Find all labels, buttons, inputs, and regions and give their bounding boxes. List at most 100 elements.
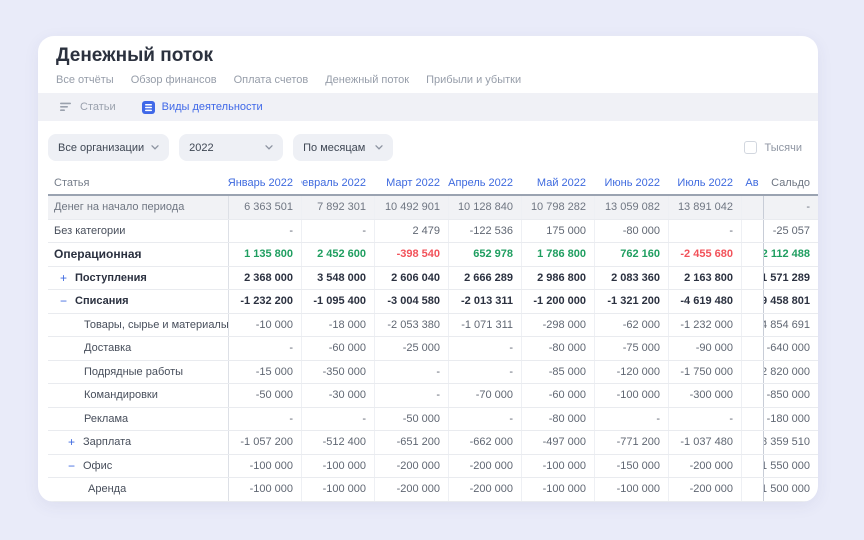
column-header-february[interactable]: Февраль 2022 bbox=[301, 172, 374, 194]
tab-cash-flow[interactable]: Денежный поток bbox=[325, 74, 409, 86]
row-label-text: Зарплата bbox=[83, 436, 131, 448]
cell-value: 652 978 bbox=[448, 243, 521, 266]
table-row: Без категории--2 479-122 536175 000-80 0… bbox=[48, 220, 818, 244]
cell-value: -120 000 bbox=[594, 361, 668, 384]
row-label: Без категории bbox=[48, 220, 228, 243]
page-title: Денежный поток bbox=[56, 45, 213, 67]
cell-value: -200 000 bbox=[448, 478, 521, 501]
cell-saldo: -180 000 bbox=[763, 408, 818, 431]
cell-value: -497 000 bbox=[521, 431, 594, 454]
cell-value: - bbox=[374, 361, 448, 384]
cell-value: -30 000 bbox=[301, 384, 374, 407]
table-row: Доставка--60 000-25 000--80 000-75 000-9… bbox=[48, 337, 818, 361]
row-label-text: Доставка bbox=[84, 342, 131, 354]
cell-value: -75 000 bbox=[594, 337, 668, 360]
cell-value: -50 000 bbox=[228, 384, 301, 407]
tab-bill-payments[interactable]: Оплата счетов bbox=[234, 74, 309, 86]
thousands-label: Тысячи bbox=[765, 142, 802, 154]
table-body: Денег на начало периода6 363 5017 892 30… bbox=[48, 196, 818, 502]
table-row: Денег на начало периода6 363 5017 892 30… bbox=[48, 196, 818, 220]
cell-value: - bbox=[301, 220, 374, 243]
tab-profit-loss[interactable]: Прибыли и убытки bbox=[426, 74, 521, 86]
cell-value: 2 083 360 bbox=[594, 267, 668, 290]
column-header-article: Статья bbox=[48, 172, 228, 194]
cell-saldo: - bbox=[763, 196, 818, 219]
row-label-text: Аренда bbox=[88, 483, 126, 495]
row-label: +Зарплата bbox=[48, 431, 228, 454]
cell-saldo: -19 458 801 bbox=[763, 290, 818, 313]
organization-filter-value: Все организации bbox=[58, 142, 144, 154]
cell-value: 13 891 042 bbox=[668, 196, 741, 219]
cell-value: 2 606 040 bbox=[374, 267, 448, 290]
row-label-text: Без категории bbox=[54, 225, 125, 237]
cell-value: -18 000 bbox=[301, 314, 374, 337]
collapse-icon[interactable]: − bbox=[68, 460, 83, 472]
row-label: −Офис bbox=[48, 455, 228, 478]
expand-icon[interactable]: + bbox=[68, 436, 83, 448]
cell-saldo: 21 571 289 bbox=[763, 267, 818, 290]
column-header-january[interactable]: Январь 2022 bbox=[228, 172, 301, 194]
cell-value: - bbox=[594, 408, 668, 431]
row-label-text: Списания bbox=[75, 295, 129, 307]
row-label-text: Товары, сырье и материалы bbox=[84, 319, 228, 331]
period-filter[interactable]: По месяцам bbox=[293, 134, 393, 161]
cell-value: -70 000 bbox=[448, 384, 521, 407]
view-toggle-activity-types[interactable]: Виды деятельности bbox=[142, 101, 263, 114]
cell-value bbox=[741, 314, 763, 337]
table-row: +Зарплата-1 057 200-512 400-651 200-662 … bbox=[48, 431, 818, 455]
column-header-march[interactable]: Март 2022 bbox=[374, 172, 448, 194]
column-header-july[interactable]: Июль 2022 bbox=[668, 172, 741, 194]
organization-filter[interactable]: Все организации bbox=[48, 134, 169, 161]
thousands-checkbox[interactable] bbox=[744, 141, 757, 154]
row-label: Реклама bbox=[48, 408, 228, 431]
row-label: Аренда bbox=[48, 478, 228, 501]
year-filter[interactable]: 2022 bbox=[179, 134, 283, 161]
cell-value: 1 135 800 bbox=[228, 243, 301, 266]
cell-value: 13 059 082 bbox=[594, 196, 668, 219]
column-header-august-truncated[interactable]: Ав bbox=[741, 172, 763, 194]
cell-saldo: -640 000 bbox=[763, 337, 818, 360]
cash-flow-table: Статья Январь 2022 Февраль 2022 Март 202… bbox=[48, 172, 818, 502]
row-label-text: Реклама bbox=[84, 413, 128, 425]
collapse-icon[interactable]: − bbox=[60, 295, 75, 307]
cell-value: -2 013 311 bbox=[448, 290, 521, 313]
row-label: Подрядные работы bbox=[48, 361, 228, 384]
cell-value: -100 000 bbox=[228, 478, 301, 501]
cell-value bbox=[741, 455, 763, 478]
year-filter-value: 2022 bbox=[189, 142, 213, 154]
cell-value: -4 619 480 bbox=[668, 290, 741, 313]
cell-value: -80 000 bbox=[521, 408, 594, 431]
table-row: −Офис-100 000-100 000-200 000-200 000-10… bbox=[48, 455, 818, 479]
row-label: +Поступления bbox=[48, 267, 228, 290]
cell-value: - bbox=[668, 408, 741, 431]
column-header-may[interactable]: Май 2022 bbox=[521, 172, 594, 194]
cell-value: -200 000 bbox=[374, 455, 448, 478]
cell-value bbox=[741, 196, 763, 219]
cell-value bbox=[741, 243, 763, 266]
cell-value: - bbox=[668, 220, 741, 243]
cell-value: -80 000 bbox=[521, 337, 594, 360]
cell-value bbox=[741, 361, 763, 384]
cell-value: -200 000 bbox=[448, 455, 521, 478]
cell-saldo: -2 820 000 bbox=[763, 361, 818, 384]
column-header-june[interactable]: Июнь 2022 bbox=[594, 172, 668, 194]
cell-value: -1 037 480 bbox=[668, 431, 741, 454]
cell-value: 10 798 282 bbox=[521, 196, 594, 219]
cell-value: -90 000 bbox=[668, 337, 741, 360]
column-header-april[interactable]: Апрель 2022 bbox=[448, 172, 521, 194]
cell-value: -1 232 000 bbox=[668, 314, 741, 337]
cell-value: -1 232 200 bbox=[228, 290, 301, 313]
row-label: Операционная bbox=[48, 243, 228, 266]
view-toggle-articles[interactable]: Статьи bbox=[60, 101, 116, 113]
cell-value: -398 540 bbox=[374, 243, 448, 266]
cell-value: -60 000 bbox=[521, 384, 594, 407]
row-label-text: Офис bbox=[83, 460, 112, 472]
cell-value: -662 000 bbox=[448, 431, 521, 454]
cell-value: -1 095 400 bbox=[301, 290, 374, 313]
chevron-down-icon bbox=[265, 145, 273, 150]
cell-value: -200 000 bbox=[374, 478, 448, 501]
cell-value: -200 000 bbox=[668, 455, 741, 478]
tab-all-reports[interactable]: Все отчёты bbox=[56, 74, 114, 86]
tab-finance-overview[interactable]: Обзор финансов bbox=[131, 74, 217, 86]
expand-icon[interactable]: + bbox=[60, 272, 75, 284]
